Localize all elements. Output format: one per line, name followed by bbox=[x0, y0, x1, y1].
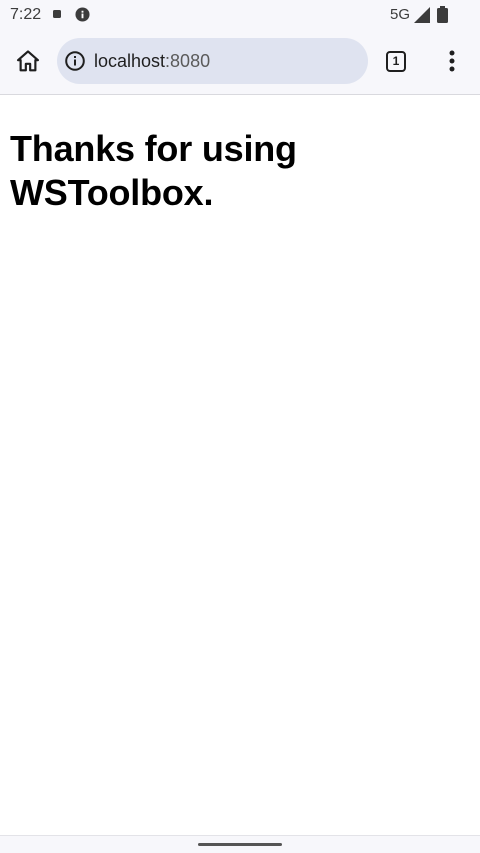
url-text[interactable]: localhost:8080 bbox=[94, 51, 210, 71]
more-vert-icon bbox=[449, 50, 455, 72]
network-type: 5G bbox=[390, 6, 411, 23]
home-icon bbox=[16, 50, 40, 72]
navigation-bar bbox=[0, 835, 480, 853]
home-button[interactable] bbox=[12, 45, 44, 77]
menu-button[interactable] bbox=[440, 48, 464, 74]
url-port: :8080 bbox=[165, 51, 211, 71]
tab-switcher-button[interactable]: 1 bbox=[383, 49, 409, 75]
gesture-handle[interactable] bbox=[198, 843, 282, 846]
url-host: localhost bbox=[94, 51, 166, 71]
tab-count: 1 bbox=[392, 54, 400, 68]
status-bar: 7:22 5G bbox=[0, 0, 480, 30]
notification-square-icon bbox=[53, 10, 61, 18]
address-bar[interactable]: localhost:8080 bbox=[57, 38, 368, 84]
browser-toolbar: localhost:8080 1 bbox=[0, 30, 480, 95]
status-time: 7:22 bbox=[10, 6, 42, 23]
page-headline: Thanks for using WSToolbox. bbox=[10, 128, 297, 213]
info-icon bbox=[75, 7, 90, 22]
tab-switcher-icon: 1 bbox=[386, 51, 406, 72]
battery-icon bbox=[437, 6, 448, 23]
screen: 7:22 5G localhost:8080 1 Thanks for usin… bbox=[0, 0, 480, 853]
page-content: Thanks for using WSToolbox. bbox=[0, 95, 480, 215]
site-info-icon[interactable] bbox=[64, 50, 86, 72]
signal-icon bbox=[414, 7, 430, 23]
